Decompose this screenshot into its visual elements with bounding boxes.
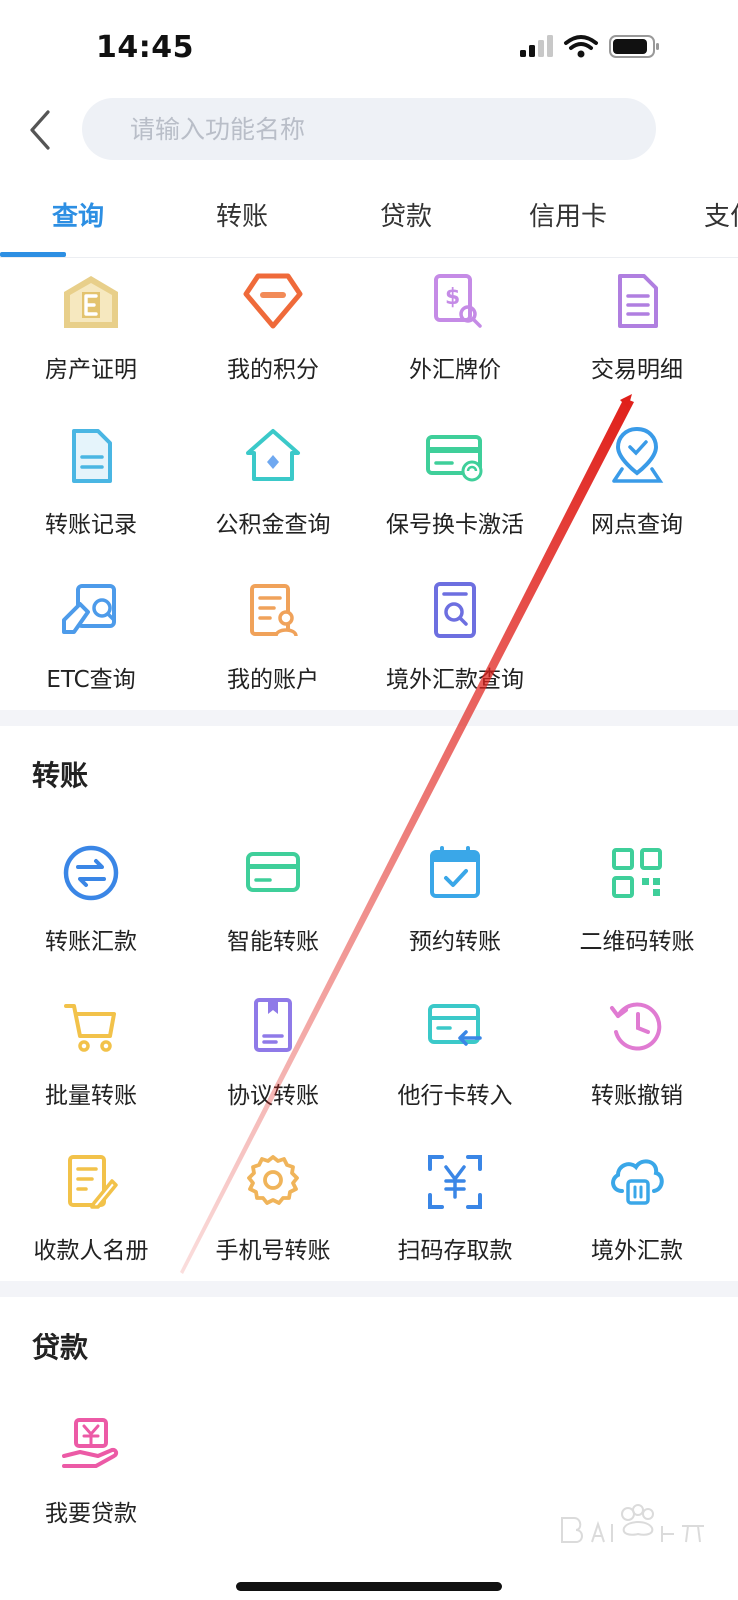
- home-indicator: [236, 1582, 502, 1591]
- status-time: 14:45: [96, 30, 194, 65]
- loan-hand-icon: [62, 1418, 119, 1468]
- section-title-loan: 贷款: [32, 1331, 89, 1364]
- tab-transfer[interactable]: 转账: [172, 196, 312, 233]
- section-divider: [0, 1281, 738, 1297]
- grid-item-my-account[interactable]: 我的账户: [182, 580, 364, 730]
- grid-item-other-bank-card[interactable]: 他行卡转入: [364, 996, 546, 1146]
- grid-item-overseas-remit-search[interactable]: 境外汇款查询: [364, 580, 546, 730]
- smart-transfer-card-icon: [246, 852, 300, 892]
- grid-item-phone-transfer[interactable]: 手机号转账: [182, 1151, 364, 1301]
- gear-icon: [247, 1155, 299, 1205]
- grid-item-label: 二维码转账: [579, 929, 695, 955]
- grid-item-label: 网点查询: [591, 512, 683, 538]
- grid-item-card-activate[interactable]: 保号换卡激活: [364, 425, 546, 575]
- undo-clock-icon: [610, 1002, 662, 1051]
- grid-item-label: 境外汇款: [591, 1238, 683, 1264]
- battery-icon: [609, 35, 659, 58]
- tab-payment[interactable]: 支付: [660, 196, 738, 233]
- category-tabs: 查询 转账 贷款 信用卡 支付: [0, 178, 738, 258]
- grid-item-apply-loan[interactable]: 我要贷款: [0, 1414, 182, 1564]
- grid-item-label: 我的账户: [227, 667, 319, 693]
- grid-item-smart-transfer[interactable]: 智能转账: [182, 842, 364, 992]
- grid-item-scheduled-transfer[interactable]: 预约转账: [364, 842, 546, 992]
- search-box[interactable]: [82, 98, 656, 160]
- tab-query[interactable]: 查询: [8, 196, 148, 233]
- section-divider: [0, 710, 738, 726]
- grid-item-label: 转账汇款: [45, 929, 137, 955]
- branch-location-icon: [612, 426, 664, 483]
- status-bar: 14:45: [0, 0, 738, 92]
- grid-item-scan-deposit[interactable]: 扫码存取款: [364, 1151, 546, 1301]
- housing-fund-icon: [246, 429, 300, 481]
- grid-item-overseas-remit[interactable]: 境外汇款: [546, 1151, 728, 1301]
- transfer-record-icon: [72, 429, 112, 483]
- cloud-remit-icon: [611, 1159, 664, 1205]
- diamond-points-icon: [243, 273, 303, 329]
- grid-item-label: 我的积分: [227, 357, 319, 383]
- grid-item-label: 转账记录: [45, 512, 137, 538]
- etc-search-icon: [62, 584, 116, 634]
- grid-item-label: 扫码存取款: [397, 1238, 513, 1264]
- grid-item-label: 公积金查询: [215, 512, 331, 538]
- scheduled-transfer-calendar-icon: [430, 846, 480, 898]
- grid-item-payee-list[interactable]: 收款人名册: [0, 1151, 182, 1301]
- watermark-logo-icon: [561, 1504, 704, 1543]
- wifi-icon: [564, 35, 598, 58]
- grid-item-label: 协议转账: [227, 1083, 319, 1109]
- tab-loan[interactable]: 贷款: [336, 196, 476, 233]
- my-account-icon: [250, 584, 298, 637]
- card-activate-icon: [426, 435, 483, 482]
- grid-item-my-points[interactable]: 我的积分: [182, 270, 364, 420]
- search-input[interactable]: [82, 98, 656, 160]
- grid-item-transfer-remit[interactable]: 转账汇款: [0, 842, 182, 992]
- search-row: [0, 96, 738, 162]
- status-icons: [520, 35, 659, 58]
- grid-item-house-certificate[interactable]: 房产证明: [0, 270, 182, 420]
- transfer-exchange-icon: [63, 845, 119, 901]
- grid-item-label: 手机号转账: [215, 1238, 331, 1264]
- grid-item-branch-location[interactable]: 网点查询: [546, 425, 728, 575]
- overseas-remit-search-icon: [434, 582, 476, 638]
- back-arrow-icon[interactable]: [22, 108, 62, 152]
- house-certificate-icon: [64, 276, 118, 328]
- grid-item-exchange-rate[interactable]: $ 外汇牌价: [364, 270, 546, 420]
- grid-item-label: 智能转账: [227, 929, 319, 955]
- grid-item-label: 房产证明: [45, 357, 137, 383]
- transaction-detail-icon: [618, 274, 658, 328]
- grid-item-label: 境外汇款查询: [386, 667, 524, 693]
- grid-item-housing-fund[interactable]: 公积金查询: [182, 425, 364, 575]
- grid-item-transfer-record[interactable]: 转账记录: [0, 425, 182, 575]
- tab-credit-card[interactable]: 信用卡: [498, 196, 638, 233]
- grid-item-label: 外汇牌价: [409, 357, 501, 383]
- exchange-rate-icon: $: [434, 274, 482, 328]
- grid-item-transfer-revoke[interactable]: 转账撤销: [546, 996, 728, 1146]
- grid-item-batch-transfer[interactable]: 批量转账: [0, 996, 182, 1146]
- cart-icon: [64, 1004, 116, 1052]
- payee-list-icon: [68, 1155, 118, 1209]
- active-tab-indicator: [0, 252, 66, 257]
- grid-item-qr-transfer[interactable]: 二维码转账: [546, 842, 728, 992]
- grid-item-label: 批量转账: [45, 1083, 137, 1109]
- grid-item-label: 保号换卡激活: [386, 512, 524, 538]
- section-title-transfer: 转账: [32, 759, 89, 792]
- grid-item-label: 交易明细: [591, 357, 683, 383]
- agreement-doc-icon: [254, 998, 292, 1052]
- svg-text:$: $: [445, 285, 460, 310]
- grid-item-label: 他行卡转入: [397, 1083, 513, 1109]
- other-bank-card-icon: [428, 1004, 482, 1046]
- grid-item-label: 收款人名册: [33, 1238, 149, 1264]
- grid-item-label: 我要贷款: [45, 1501, 137, 1527]
- grid-item-etc-search[interactable]: ETC查询: [0, 580, 182, 730]
- grid-item-agreement-transfer[interactable]: 协议转账: [182, 996, 364, 1146]
- grid-item-transaction-detail[interactable]: 交易明细: [546, 270, 728, 420]
- cellular-signal-icon: [520, 35, 553, 57]
- scan-yuan-icon: [428, 1155, 482, 1209]
- grid-item-label: 转账撤销: [591, 1083, 683, 1109]
- grid-item-label: ETC查询: [46, 667, 136, 693]
- grid-item-label: 预约转账: [409, 929, 501, 955]
- qr-code-icon: [612, 848, 662, 898]
